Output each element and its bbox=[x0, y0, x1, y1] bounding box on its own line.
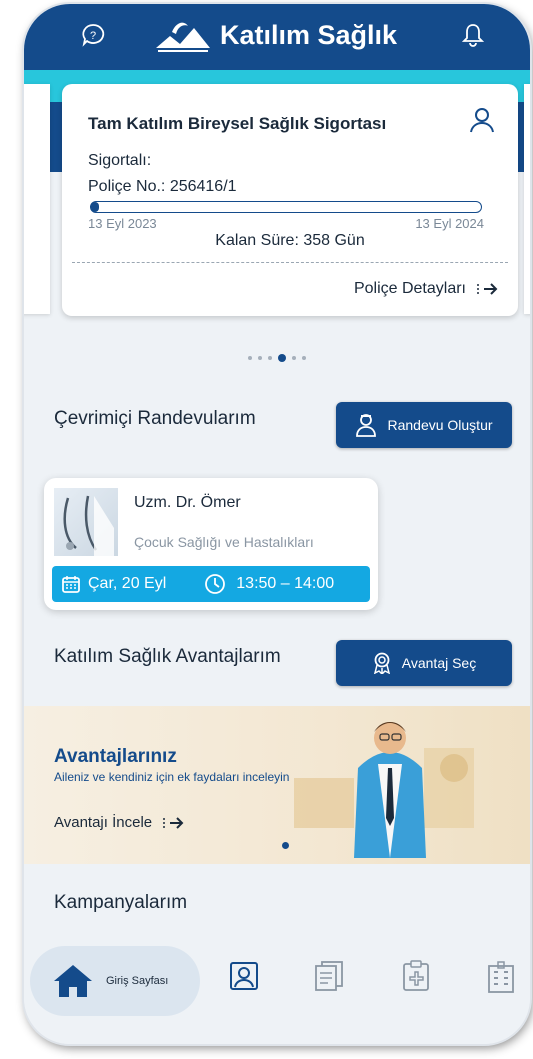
svg-text:?: ? bbox=[90, 30, 96, 42]
health-clipboard-icon[interactable] bbox=[400, 960, 432, 997]
banner-page-dot bbox=[282, 842, 289, 849]
nav-home[interactable]: Giriş Sayfası bbox=[30, 946, 200, 1016]
select-advantage-label: Avantaj Seç bbox=[401, 655, 477, 671]
carousel-dot[interactable] bbox=[292, 356, 296, 360]
doctor-specialty: Çocuk Sağlığı ve Hastalıkları bbox=[134, 534, 314, 550]
clock-icon bbox=[205, 574, 226, 594]
policy-progress-bar bbox=[90, 201, 482, 213]
appointment-date: Çar, 20 Eyl bbox=[88, 575, 167, 592]
help-chat-icon[interactable]: ? bbox=[80, 22, 106, 53]
remaining-time: Kalan Süre: 358 Gün bbox=[215, 232, 365, 249]
carousel-dot[interactable] bbox=[278, 354, 286, 362]
prev-policy-card[interactable] bbox=[24, 84, 50, 314]
documents-icon[interactable] bbox=[314, 960, 344, 997]
carousel-dot[interactable] bbox=[268, 356, 272, 360]
policy-card[interactable]: Tam Katılım Bireysel Sağlık Sigortası Si… bbox=[62, 84, 518, 316]
appointments-title: Çevrimiçi Randevularım bbox=[54, 408, 256, 429]
nav-home-label: Giriş Sayfası bbox=[106, 975, 169, 987]
create-appointment-label: Randevu Oluştur bbox=[387, 417, 493, 433]
policy-details-label: Poliçe Detayları bbox=[353, 280, 466, 297]
arrow-right-icon bbox=[477, 283, 498, 295]
banner-link[interactable]: Avantajı İncele bbox=[54, 814, 184, 831]
advantages-banner[interactable]: Avantajlarınız Aileniz ve kendiniz için … bbox=[24, 706, 530, 864]
policy-start-date: 13 Eyl 2023 bbox=[88, 216, 157, 231]
create-appointment-button[interactable]: Randevu Oluştur bbox=[336, 402, 512, 448]
carousel-dot[interactable] bbox=[302, 356, 306, 360]
doctor-illustration bbox=[294, 722, 474, 858]
hospital-icon[interactable] bbox=[486, 960, 516, 999]
app-header: ? Katılım Sağlık bbox=[24, 4, 530, 70]
select-advantage-button[interactable]: Avantaj Seç bbox=[336, 640, 512, 686]
doctor-photo bbox=[54, 488, 118, 556]
profile-card-icon[interactable] bbox=[228, 960, 260, 997]
campaigns-title: Kampanyalarım bbox=[54, 892, 188, 913]
policy-progress-fill bbox=[91, 202, 99, 212]
user-icon[interactable] bbox=[468, 106, 496, 139]
carousel-dot[interactable] bbox=[248, 356, 252, 360]
policy-details-link[interactable]: Poliçe Detayları bbox=[354, 280, 498, 298]
next-policy-card[interactable] bbox=[524, 84, 530, 314]
bell-icon[interactable] bbox=[461, 22, 485, 53]
arrow-right-icon bbox=[163, 816, 184, 829]
policy-end-date: 13 Eyl 2024 bbox=[415, 216, 484, 231]
banner-link-label: Avantajı İncele bbox=[54, 814, 153, 831]
carousel-dot[interactable] bbox=[258, 356, 262, 360]
calendar-icon bbox=[62, 576, 80, 593]
insured-label: Sigortalı: bbox=[88, 152, 152, 169]
logo-icon bbox=[156, 22, 210, 52]
bottom-navigation: Giriş Sayfası bbox=[24, 932, 530, 1044]
home-icon bbox=[54, 965, 92, 997]
advantages-title: Katılım Sağlık Avantajlarım bbox=[54, 646, 281, 667]
policy-title: Tam Katılım Bireysel Sağlık Sigortası bbox=[88, 114, 387, 133]
appointment-card[interactable]: Uzm. Dr. Ömer Çocuk Sağlığı ve Hastalıkl… bbox=[44, 478, 378, 610]
doctor-icon bbox=[356, 414, 377, 437]
brand-logo: Katılım Sağlık bbox=[154, 18, 397, 52]
phone-screen: ? Katılım Sağlık Tam Katılım Bireysel Sa… bbox=[24, 4, 530, 1044]
policy-number: Poliçe No.: 256416/1 bbox=[88, 178, 237, 195]
banner-subtitle: Aileniz ve kendiniz için ek faydaları in… bbox=[54, 770, 290, 784]
award-icon bbox=[373, 652, 390, 674]
appointment-time-bar: Çar, 20 Eyl 13:50 – 14:00 bbox=[52, 566, 370, 602]
appointment-time: 13:50 – 14:00 bbox=[236, 575, 335, 592]
brand-name: Katılım Sağlık bbox=[220, 19, 398, 50]
banner-title: Avantajlarınız bbox=[54, 746, 177, 767]
doctor-name: Uzm. Dr. Ömer bbox=[134, 494, 241, 511]
carousel-dots[interactable] bbox=[24, 354, 530, 362]
card-divider bbox=[72, 262, 508, 263]
